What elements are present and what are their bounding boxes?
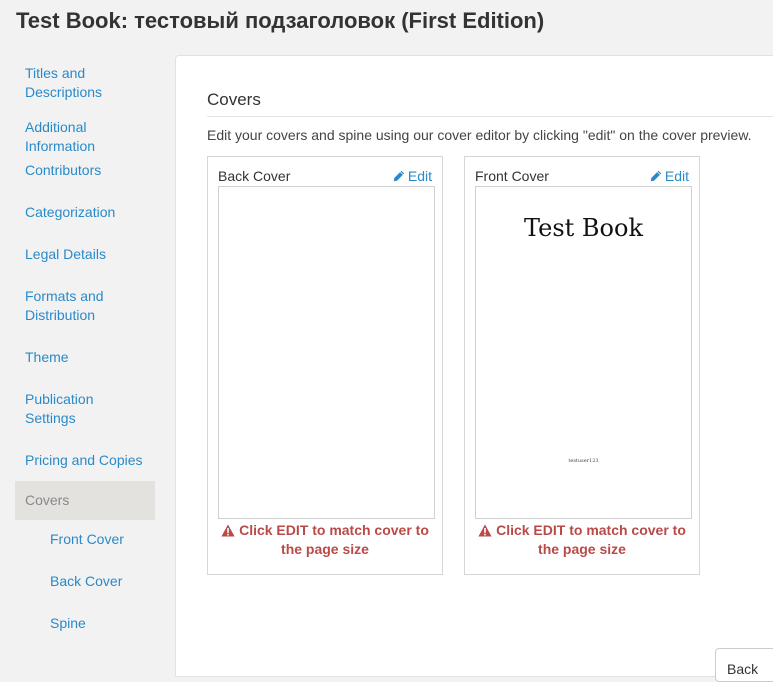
front-cover-warning: Click EDIT to match cover to the page si… (471, 521, 693, 559)
front-cover-warning-text: Click EDIT to match cover to the page si… (496, 522, 686, 557)
sidebar-item-spine[interactable]: Spine (15, 604, 155, 644)
covers-instructions: Edit your covers and spine using our cov… (207, 127, 752, 143)
cover-book-author: testuser123 (568, 458, 599, 464)
section-divider (207, 116, 773, 117)
back-cover-edit-link[interactable]: Edit (393, 168, 432, 184)
back-cover-card: Back Cover Edit Click EDIT to match cove… (207, 156, 443, 575)
back-cover-label: Back Cover (218, 168, 291, 184)
sidebar-item-theme[interactable]: Theme (15, 347, 155, 389)
pencil-icon (650, 170, 662, 182)
front-cover-preview[interactable]: Test Book testuser123 (475, 186, 692, 519)
section-title: Covers (207, 90, 261, 109)
sidebar-item-titles-and-descriptions[interactable]: Titles and Descriptions (15, 56, 155, 100)
back-cover-edit-label: Edit (407, 168, 432, 184)
sidebar-item-front-cover[interactable]: Front Cover (15, 520, 155, 562)
front-cover-edit-label: Edit (664, 168, 689, 184)
warning-triangle-icon (221, 524, 235, 537)
sidebar-item-back-cover[interactable]: Back Cover (15, 562, 155, 604)
sidebar-item-covers[interactable]: Covers (15, 481, 155, 520)
sidebar-item-additional-information[interactable]: Additional Information (15, 117, 155, 160)
back-cover-preview[interactable] (218, 186, 435, 519)
sidebar-item-pricing-and-copies[interactable]: Pricing and Copies (15, 450, 155, 481)
sidebar-item-legal-details[interactable]: Legal Details (15, 244, 155, 286)
sidebar-nav: Titles and Descriptions Additional Infor… (15, 56, 155, 644)
back-cover-warning: Click EDIT to match cover to the page si… (214, 521, 436, 559)
sidebar-item-categorization[interactable]: Categorization (15, 202, 155, 244)
sidebar-item-formats-and-distribution[interactable]: Formats and Distribution (15, 286, 155, 347)
cover-book-title: Test Book (523, 214, 643, 242)
page-title: Test Book: тестовый подзаголовок (First … (16, 8, 545, 33)
back-cover-warning-text: Click EDIT to match cover to the page si… (239, 522, 429, 557)
sidebar-item-contributors[interactable]: Contributors (15, 160, 155, 202)
covers-panel: Covers Edit your covers and spine using … (175, 55, 773, 682)
front-cover-edit-link[interactable]: Edit (650, 168, 689, 184)
pencil-icon (393, 170, 405, 182)
sidebar-item-publication-settings[interactable]: Publication Settings (15, 389, 155, 450)
front-cover-label: Front Cover (475, 168, 549, 184)
warning-triangle-icon (478, 524, 492, 537)
front-cover-card: Front Cover Edit Test Book testuser123 C… (464, 156, 700, 575)
back-button[interactable]: Back (715, 648, 773, 682)
